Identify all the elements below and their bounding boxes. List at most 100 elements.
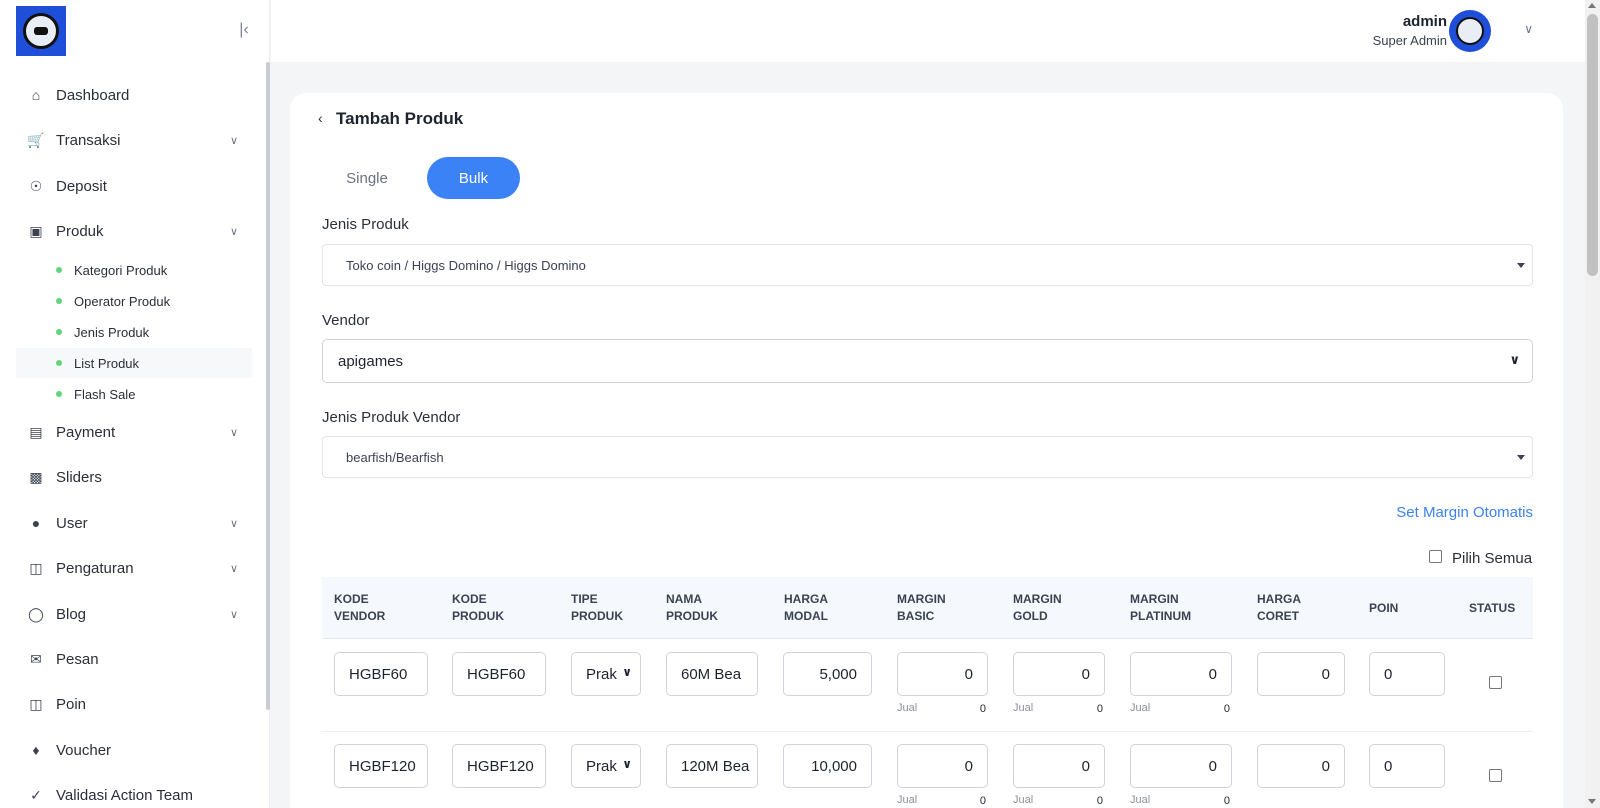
sidebar-item-label: Payment — [56, 423, 116, 441]
jual-platinum-value: 0 — [1223, 795, 1230, 807]
sidebar-subitem-flash-sale[interactable]: Flash Sale — [16, 379, 252, 409]
sidebar-item-label: Dashboard — [56, 86, 130, 104]
margin-basic-input[interactable]: 0 — [897, 744, 988, 788]
margin-platinum-input[interactable]: 0 — [1130, 652, 1232, 696]
jual-label: Jual — [1130, 794, 1151, 806]
jual-label: Jual — [897, 794, 918, 806]
chevron-down-icon: ∨ — [1509, 352, 1520, 367]
kode-vendor-input[interactable]: HGBF60 — [334, 652, 428, 696]
bullet-dot-icon — [56, 267, 62, 273]
poin-input[interactable]: 0 — [1369, 744, 1445, 788]
th-nama-produk: NAMA PRODUK — [666, 592, 719, 623]
sidebar-subitem-operator-produk[interactable]: Operator Produk — [16, 286, 252, 316]
nama-produk-input[interactable]: 60M Bea — [666, 652, 758, 696]
user-name: admin — [1402, 13, 1447, 30]
sidebar-item-produk[interactable]: ▣ Produk ∨ — [16, 211, 252, 251]
th-kode-produk: KODE PRODUK — [452, 592, 505, 623]
sidebar-item-label: Voucher — [56, 741, 112, 759]
kode-vendor-input[interactable]: HGBF120 — [334, 744, 428, 788]
poin-input[interactable]: 0 — [1369, 652, 1445, 696]
tipe-produk-select[interactable]: Prak ∨ — [571, 744, 641, 788]
sidebar-item-validasi-action-team[interactable]: ✓ Validasi Action Team — [16, 775, 252, 808]
harga-coret-input[interactable]: 0 — [1257, 744, 1345, 788]
sidebar-subitem-list-produk[interactable]: List Produk — [16, 348, 252, 378]
tab-bulk[interactable]: Bulk — [427, 157, 520, 199]
jual-label: Jual — [1013, 702, 1034, 714]
harga-modal-input[interactable]: 5,000 — [783, 652, 872, 696]
harga-modal-input[interactable]: 10,000 — [783, 744, 872, 788]
sidebar-subitem-kategori-produk[interactable]: Kategori Produk — [16, 255, 252, 285]
margin-basic-input[interactable]: 0 — [897, 652, 988, 696]
scroll-down-arrow-icon[interactable] — [1588, 799, 1596, 804]
collapse-sidebar-icon[interactable]: |‹ — [234, 20, 254, 40]
page-title: Tambah Produk — [336, 109, 464, 128]
sidebar-item-pesan[interactable]: ✉ Pesan — [16, 639, 252, 679]
sidebar-item-pengaturan[interactable]: ◫ Pengaturan ∨ — [16, 548, 252, 588]
scroll-up-arrow-icon[interactable] — [1588, 3, 1596, 8]
sidebar-subitem-label: List Produk — [74, 355, 140, 371]
settings-icon: ◫ — [29, 559, 43, 576]
avatar[interactable] — [1449, 10, 1491, 52]
kode-produk-input[interactable]: HGBF60 — [452, 652, 546, 696]
sidebar-item-user[interactable]: ● User ∨ — [16, 503, 252, 543]
back-chevron-icon[interactable]: ‹ — [318, 110, 323, 126]
avatar-badge-icon — [1456, 17, 1484, 45]
sidebar-subitem-label: Kategori Produk — [74, 262, 168, 278]
logo-badge-icon — [23, 13, 59, 49]
chevron-down-icon: ∨ — [620, 665, 632, 679]
jenis-produk-vendor-select[interactable]: bearfish/Bearfish — [322, 436, 1533, 478]
sidebar-item-transaksi[interactable]: 🛒 Transaksi ∨ — [16, 120, 252, 160]
sidebar-item-deposit[interactable]: ☉ Deposit — [16, 166, 252, 206]
harga-coret-input[interactable]: 0 — [1257, 652, 1345, 696]
jual-label: Jual — [1130, 702, 1151, 714]
jenis-produk-value: Toko coin / Higgs Domino / Higgs Domino — [346, 257, 586, 273]
row-divider — [322, 731, 1533, 732]
bullet-dot-icon — [56, 298, 62, 304]
jual-gold-value: 0 — [1096, 703, 1103, 715]
th-poin: POIN — [1369, 601, 1399, 615]
sidebar-item-voucher[interactable]: ♦ Voucher — [16, 730, 252, 770]
sidebar-item-dashboard[interactable]: ⌂ Dashboard — [16, 75, 252, 115]
tipe-produk-select[interactable]: Prak ∨ — [571, 652, 641, 696]
nama-produk-input[interactable]: 120M Bea — [666, 744, 758, 788]
kode-produk-input[interactable]: HGBF120 — [452, 744, 546, 788]
caret-down-icon — [1517, 455, 1525, 460]
jenis-produk-select[interactable]: Toko coin / Higgs Domino / Higgs Domino — [322, 244, 1533, 286]
sidebar-item-blog[interactable]: ◯ Blog ∨ — [16, 594, 252, 634]
topbar: admin Super Admin ∨ — [271, 0, 1585, 62]
bullet-dot-icon — [56, 391, 62, 397]
sidebar-item-payment[interactable]: ▤ Payment ∨ — [16, 412, 252, 452]
margin-gold-input[interactable]: 0 — [1013, 652, 1105, 696]
status-checkbox[interactable] — [1489, 676, 1502, 689]
tipe-produk-value: Prak — [586, 665, 617, 683]
status-checkbox[interactable] — [1489, 769, 1502, 782]
set-margin-otomatis-link[interactable]: Set Margin Otomatis — [1396, 504, 1533, 521]
chevron-down-icon: ∨ — [229, 517, 238, 530]
th-harga-modal: HARGA MODAL — [784, 592, 828, 623]
jual-gold-value: 0 — [1096, 795, 1103, 807]
page-scrollbar-thumb[interactable] — [1587, 14, 1598, 276]
margin-gold-input[interactable]: 0 — [1013, 744, 1105, 788]
chevron-down-icon: ∨ — [229, 562, 238, 575]
sidebar-subitem-jenis-produk[interactable]: Jenis Produk — [16, 317, 252, 347]
margin-platinum-input[interactable]: 0 — [1130, 744, 1232, 788]
pilih-semua-checkbox[interactable] — [1429, 550, 1442, 563]
store-icon: ▣ — [29, 222, 43, 239]
sidebar-subitem-label: Operator Produk — [74, 293, 171, 309]
sidebar-item-label: Blog — [56, 605, 87, 623]
sidebar-item-label: Pesan — [56, 650, 99, 668]
tab-single[interactable]: Single — [322, 157, 412, 199]
sidebar-item-label: Deposit — [56, 177, 107, 195]
brand-logo[interactable] — [16, 6, 66, 56]
vendor-select[interactable]: apigames ∨ — [322, 339, 1533, 383]
cart-icon: 🛒 — [27, 131, 45, 148]
jual-label: Jual — [1013, 794, 1034, 806]
sidebar-scrollbar[interactable] — [266, 62, 270, 710]
th-status: STATUS — [1469, 601, 1516, 615]
sidebar-item-sliders[interactable]: ▩ Sliders — [16, 457, 252, 497]
chevron-down-icon[interactable]: ∨ — [1524, 22, 1533, 36]
home-icon: ⌂ — [31, 87, 41, 103]
th-margin-platinum: MARGIN PLATINUM — [1130, 592, 1192, 623]
sidebar-item-poin[interactable]: ◫ Poin — [16, 684, 252, 724]
sidebar-item-label: Poin — [56, 695, 87, 713]
